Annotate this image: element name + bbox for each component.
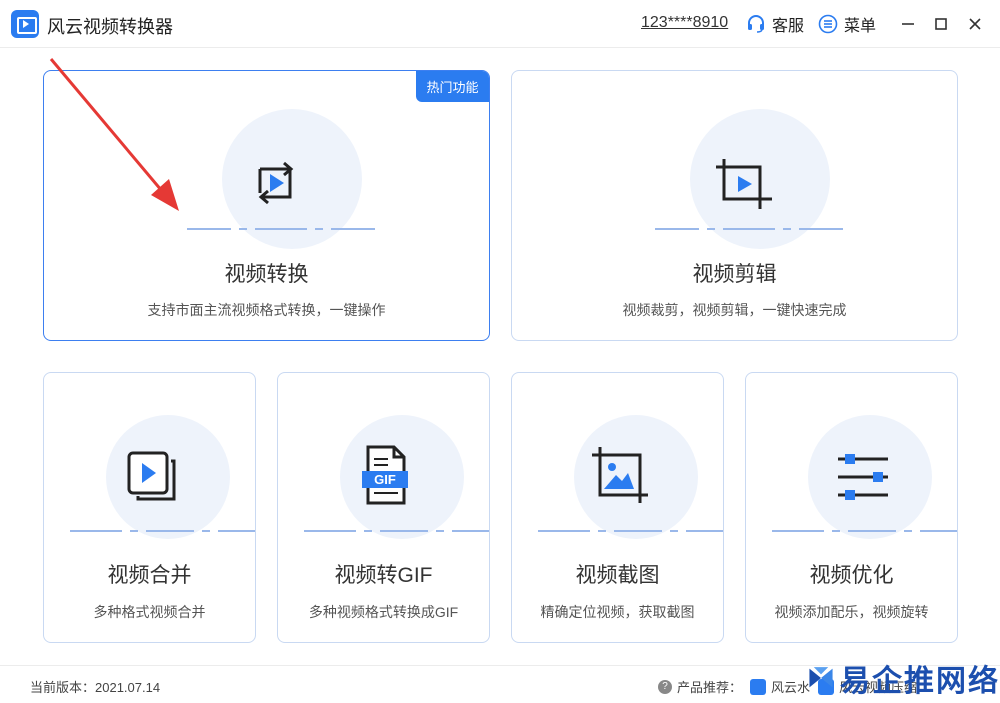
watermark-logo-icon xyxy=(809,667,833,688)
maximize-button[interactable] xyxy=(929,12,953,36)
card-divider xyxy=(772,530,957,532)
watermark: 易企推网络 xyxy=(808,656,1000,700)
menu-label: 菜单 xyxy=(844,18,877,35)
video-edit-card[interactable]: 视频剪辑 视频裁剪，视频剪辑，一键快速完成 xyxy=(511,70,958,341)
card-title: 视频转换 xyxy=(224,263,309,286)
card-title: 视频截图 xyxy=(575,564,660,587)
crop-icon xyxy=(710,149,780,219)
card-divider xyxy=(655,228,843,230)
card-description: 多种格式视频合并 xyxy=(93,604,206,620)
card-title: 视频优化 xyxy=(809,564,894,587)
recommend-label: 产品推荐： xyxy=(677,680,743,695)
customer-service-button[interactable]: 客服 xyxy=(746,12,804,36)
gif-icon-label: GIF xyxy=(374,472,396,487)
service-label: 客服 xyxy=(772,18,805,35)
close-icon xyxy=(969,18,981,30)
video-optimize-card[interactable]: 视频优化 视频添加配乐，视频旋转 xyxy=(745,372,958,643)
convert-icon xyxy=(242,149,312,219)
menu-button[interactable]: 菜单 xyxy=(818,12,876,36)
minimize-button[interactable] xyxy=(896,12,920,36)
sliders-icon xyxy=(818,441,894,511)
card-title: 视频剪辑 xyxy=(692,263,777,286)
headset-icon xyxy=(748,15,764,33)
watermark-text: 易企推网络 xyxy=(840,664,1000,699)
card-description: 视频裁剪，视频剪辑，一键快速完成 xyxy=(622,302,847,318)
version-label: 当前版本：2021.07.14 xyxy=(30,680,161,695)
card-description: 视频添加配乐，视频旋转 xyxy=(774,604,929,620)
maximize-icon xyxy=(935,18,947,30)
gif-file-icon: GIF xyxy=(350,441,420,511)
video-screenshot-card[interactable]: 视频截图 精确定位视频，获取截图 xyxy=(511,372,724,643)
merge-icon xyxy=(116,441,186,511)
title-bar: 风云视频转换器 123****8910 客服 菜单 xyxy=(0,0,1000,48)
card-description: 支持市面主流视频格式转换，一键操作 xyxy=(147,302,386,318)
card-divider xyxy=(187,228,375,230)
screenshot-icon xyxy=(584,441,654,511)
close-button[interactable] xyxy=(963,12,987,36)
app-title: 风云视频转换器 xyxy=(47,17,173,37)
minimize-icon xyxy=(902,23,914,25)
card-title: 视频转GIF xyxy=(334,564,433,587)
product-1-link[interactable]: 风云水 xyxy=(771,677,810,696)
card-divider xyxy=(70,530,255,532)
annotation-arrow-icon xyxy=(49,58,179,211)
menu-icon xyxy=(818,14,838,34)
account-link[interactable]: 123****8910 xyxy=(641,14,728,32)
card-title: 视频合并 xyxy=(107,564,192,587)
card-divider xyxy=(304,530,489,532)
video-merge-card[interactable]: 视频合并 多种格式视频合并 xyxy=(43,372,256,643)
product-1-icon xyxy=(750,678,767,695)
help-icon[interactable]: ? xyxy=(658,679,672,694)
app-logo-icon xyxy=(11,10,39,38)
hot-feature-badge: 热门功能 xyxy=(416,71,489,102)
card-description: 精确定位视频，获取截图 xyxy=(540,604,695,620)
video-to-gif-card[interactable]: GIF 视频转GIF 多种视频格式转换成GIF xyxy=(277,372,490,643)
card-description: 多种视频格式转换成GIF xyxy=(308,604,459,620)
card-divider xyxy=(538,530,723,532)
